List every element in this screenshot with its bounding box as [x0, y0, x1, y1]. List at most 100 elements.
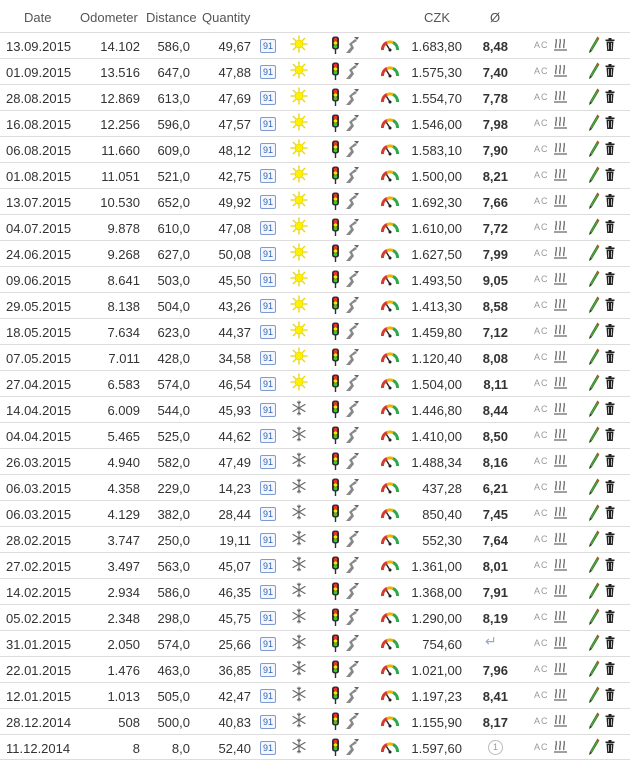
header-price[interactable]: CZK — [424, 10, 450, 25]
table-row[interactable]: 12.01.2015 1.013 505,0 42,47 91 1.197,23 8,41 A… — [0, 682, 630, 708]
header-quantity[interactable]: Quantity — [202, 10, 250, 25]
delete-icon[interactable] — [605, 506, 615, 519]
delete-icon[interactable] — [605, 90, 615, 103]
edit-icon[interactable] — [588, 166, 600, 184]
edit-icon[interactable] — [588, 504, 600, 522]
road-icon — [344, 686, 360, 704]
table-row[interactable]: 09.06.2015 8.641 503,0 45,50 91 1.493,50 9,05 A… — [0, 266, 630, 292]
table-row[interactable]: 01.08.2015 11.051 521,0 42,75 91 1.500,00 8,21… — [0, 162, 630, 188]
edit-icon[interactable] — [588, 426, 600, 444]
speedometer-icon — [381, 38, 399, 52]
table-row[interactable]: 06.08.2015 11.660 609,0 48,12 91 1.583,10 7,90… — [0, 136, 630, 162]
delete-icon[interactable] — [605, 246, 615, 259]
date-cell: 13.09.2015 — [6, 39, 72, 54]
snowflake-icon — [290, 529, 308, 547]
table-row[interactable]: 18.05.2015 7.634 623,0 44,37 91 1.459,80 7,12 A… — [0, 318, 630, 344]
delete-icon[interactable] — [605, 662, 615, 675]
edit-icon[interactable] — [588, 114, 600, 132]
delete-icon[interactable] — [605, 272, 615, 285]
delete-icon[interactable] — [605, 688, 615, 701]
delete-icon[interactable] — [605, 350, 615, 363]
edit-icon[interactable] — [588, 738, 600, 756]
edit-icon[interactable] — [588, 582, 600, 600]
edit-icon[interactable] — [588, 660, 600, 678]
delete-icon[interactable] — [605, 38, 615, 51]
quantity-cell: 45,93 — [218, 403, 251, 418]
delete-icon[interactable] — [605, 194, 615, 207]
delete-icon[interactable] — [605, 714, 615, 727]
table-row[interactable]: 26.03.2015 4.940 582,0 47,49 91 1.488,34 8,16 A… — [0, 448, 630, 474]
delete-icon[interactable] — [605, 402, 615, 415]
table-row[interactable]: 27.02.2015 3.497 563,0 45,07 91 1.361,00 8,01 A… — [0, 552, 630, 578]
table-row[interactable]: 27.04.2015 6.583 574,0 46,54 91 1.504,00 8,11 A… — [0, 370, 630, 396]
table-row[interactable]: 05.02.2015 2.348 298,0 45,75 91 1.290,00 8,19 A… — [0, 604, 630, 630]
edit-icon[interactable] — [588, 348, 600, 366]
delete-icon[interactable] — [605, 610, 615, 623]
table-row[interactable]: 07.05.2015 7.011 428,0 34,58 91 1.120,40 8,08 A… — [0, 344, 630, 370]
table-row[interactable]: 13.09.2015 14.102 586,0 49,67 91 1.683,80 8,48… — [0, 32, 630, 58]
heating-icon — [553, 36, 569, 52]
date-cell: 06.08.2015 — [6, 143, 72, 158]
delete-icon[interactable] — [605, 64, 615, 77]
edit-icon[interactable] — [588, 530, 600, 548]
table-row[interactable]: 06.03.2015 4.358 229,0 14,23 91 437,28 6,21 AC — [0, 474, 630, 500]
delete-icon[interactable] — [605, 636, 615, 649]
delete-icon[interactable] — [605, 116, 615, 129]
table-row[interactable]: 22.01.2015 1.476 463,0 36,85 91 1.021,00 7,96 A… — [0, 656, 630, 682]
edit-icon[interactable] — [588, 88, 600, 106]
edit-icon[interactable] — [588, 36, 600, 54]
table-row[interactable]: 06.03.2015 4.129 382,0 28,44 91 850,40 7,45 AC — [0, 500, 630, 526]
price-cell: 1.120,40 — [411, 351, 462, 366]
header-consumption[interactable]: Ø — [490, 10, 500, 25]
edit-icon[interactable] — [588, 686, 600, 704]
delete-icon[interactable] — [605, 532, 615, 545]
edit-icon[interactable] — [588, 452, 600, 470]
edit-icon[interactable] — [588, 322, 600, 340]
quantity-cell: 46,35 — [218, 585, 251, 600]
delete-icon[interactable] — [605, 142, 615, 155]
table-row[interactable]: 31.01.2015 2.050 574,0 25,66 91 754,60 ↵ AC — [0, 630, 630, 656]
edit-icon[interactable] — [588, 608, 600, 626]
header-date[interactable]: Date — [24, 10, 51, 25]
delete-icon[interactable] — [605, 376, 615, 389]
edit-icon[interactable] — [588, 556, 600, 574]
edit-icon[interactable] — [588, 478, 600, 496]
table-row[interactable]: 01.09.2015 13.516 647,0 47,88 91 1.575,30 7,40… — [0, 58, 630, 84]
table-row[interactable]: 24.06.2015 9.268 627,0 50,08 91 1.627,50 7,99 A… — [0, 240, 630, 266]
table-row[interactable]: 28.02.2015 3.747 250,0 19,11 91 552,30 7,64 AC — [0, 526, 630, 552]
table-row[interactable]: 04.04.2015 5.465 525,0 44,62 91 1.410,00 8,50 A… — [0, 422, 630, 448]
edit-icon[interactable] — [588, 270, 600, 288]
edit-icon[interactable] — [588, 218, 600, 236]
delete-icon[interactable] — [605, 558, 615, 571]
table-row[interactable]: 04.07.2015 9.878 610,0 47,08 91 1.610,00 7,72 A… — [0, 214, 630, 240]
table-row[interactable]: 11.12.2014 8 8,0 52,40 91 1.597,60 1 AC — [0, 734, 630, 760]
delete-icon[interactable] — [605, 740, 615, 753]
delete-icon[interactable] — [605, 480, 615, 493]
table-row[interactable]: 13.07.2015 10.530 652,0 49,92 91 1.692,30 7,66… — [0, 188, 630, 214]
table-row[interactable]: 16.08.2015 12.256 596,0 47,57 91 1.546,00 7,98… — [0, 110, 630, 136]
edit-icon[interactable] — [588, 140, 600, 158]
edit-icon[interactable] — [588, 192, 600, 210]
delete-icon[interactable] — [605, 168, 615, 181]
edit-icon[interactable] — [588, 244, 600, 262]
edit-icon[interactable] — [588, 374, 600, 392]
header-distance[interactable]: Distance — [146, 10, 197, 25]
delete-icon[interactable] — [605, 584, 615, 597]
table-row[interactable]: 29.05.2015 8.138 504,0 43,26 91 1.413,30 8,58 A… — [0, 292, 630, 318]
delete-icon[interactable] — [605, 428, 615, 441]
delete-icon[interactable] — [605, 220, 615, 233]
edit-icon[interactable] — [588, 296, 600, 314]
table-row[interactable]: 14.02.2015 2.934 586,0 46,35 91 1.368,00 7,91 A… — [0, 578, 630, 604]
table-row[interactable]: 28.08.2015 12.869 613,0 47,69 91 1.554,70 7,78… — [0, 84, 630, 110]
edit-icon[interactable] — [588, 712, 600, 730]
table-row[interactable]: 14.04.2015 6.009 544,0 45,93 91 1.446,80 8,44 A… — [0, 396, 630, 422]
table-row[interactable]: 28.12.2014 508 500,0 40,83 91 1.155,90 8,17 AC — [0, 708, 630, 734]
delete-icon[interactable] — [605, 298, 615, 311]
header-odometer[interactable]: Odometer — [80, 10, 138, 25]
edit-icon[interactable] — [588, 62, 600, 80]
quantity-cell: 49,67 — [218, 39, 251, 54]
edit-icon[interactable] — [588, 400, 600, 418]
delete-icon[interactable] — [605, 454, 615, 467]
edit-icon[interactable] — [588, 634, 600, 652]
delete-icon[interactable] — [605, 324, 615, 337]
